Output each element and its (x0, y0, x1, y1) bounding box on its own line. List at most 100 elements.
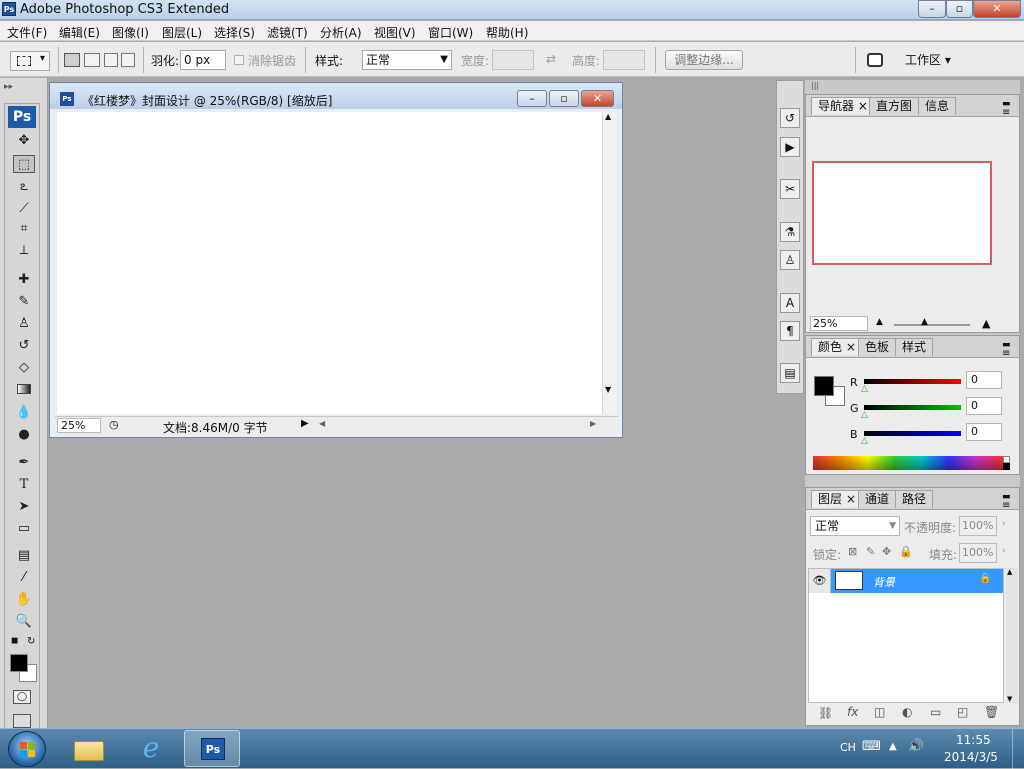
tab-info[interactable]: 信息 (918, 97, 957, 115)
maximize-button[interactable]: ▫ (946, 0, 973, 18)
default-colors-icon[interactable]: ◼ (11, 636, 18, 646)
channel-b-handle[interactable]: △ (861, 436, 868, 446)
panel-menu-icon[interactable]: ≡ (1002, 348, 1010, 359)
close-icon[interactable]: × (858, 99, 868, 113)
channel-b-slider[interactable] (864, 431, 961, 436)
intersect-selection-icon[interactable] (121, 53, 135, 67)
style-select[interactable]: 正常 ▼ (362, 50, 452, 70)
actions-panel-icon[interactable]: ▶ (780, 137, 800, 157)
hand-tool-icon[interactable]: ✋ (13, 591, 35, 609)
layers-scrollbar[interactable]: ▲ ▼ (1006, 568, 1018, 703)
zoom-slider-handle[interactable]: ▲ (921, 317, 928, 327)
file-explorer-taskbar-icon[interactable] (70, 733, 108, 765)
spectrum-white-swatch[interactable] (1003, 456, 1010, 463)
link-layers-icon[interactable]: ⛓ (818, 706, 833, 720)
panel-menu-icon[interactable]: ≡ (1002, 107, 1010, 118)
channel-g-input[interactable]: 0 (966, 397, 1002, 415)
workspace-button[interactable]: 工作区 ▾ (905, 51, 951, 68)
minimize-button[interactable]: – (918, 0, 946, 18)
menu-analysis[interactable]: 分析(A) (320, 24, 362, 41)
lock-all-icon[interactable]: 🔒 (899, 545, 913, 558)
eraser-tool-icon[interactable]: ◇ (13, 359, 35, 377)
layer-name[interactable]: 背景 (873, 574, 895, 590)
tab-histogram[interactable]: 直方图 (869, 97, 920, 115)
screen-mode-icon[interactable] (13, 714, 31, 728)
menu-edit[interactable]: 编辑(E) (59, 24, 100, 41)
clone-stamp-tool-icon[interactable]: ♙ (13, 315, 35, 333)
tab-channels[interactable]: 通道 (858, 490, 897, 508)
tab-styles[interactable]: 样式 (895, 338, 934, 356)
channel-g-handle[interactable]: △ (861, 410, 868, 420)
panel-menu-icon[interactable]: ≡ (1002, 500, 1010, 511)
crop-tool-icon[interactable]: ⌗ (13, 220, 35, 238)
document-titlebar[interactable]: Ps 《红楼梦》封面设计 @ 25%(RGB/8) [缩放后] – ▫ ✕ (50, 83, 622, 109)
scroll-up-icon[interactable]: ▲ (605, 112, 611, 121)
color-foreground-swatch[interactable] (814, 376, 834, 396)
refine-edge-button[interactable]: 调整边缘... (665, 50, 743, 70)
opacity-slider-arrow-icon[interactable]: › (1002, 519, 1006, 529)
navigator-zoom-field[interactable]: 25% (810, 316, 868, 331)
slice-tool-icon[interactable]: ⟂ (13, 242, 35, 260)
status-info-icon[interactable]: ◷ (109, 418, 119, 431)
show-desktop-button[interactable] (1012, 729, 1024, 769)
adjustment-layer-icon[interactable]: ◐ (902, 705, 912, 719)
lock-transparent-icon[interactable]: ⊠ (848, 545, 857, 558)
gradient-tool-icon[interactable] (13, 382, 35, 400)
doc-close-button[interactable]: ✕ (581, 90, 614, 107)
tool-preset-picker[interactable]: ▾ (10, 51, 50, 71)
zoom-in-icon[interactable]: ▲ (982, 317, 990, 330)
foreground-color-swatch[interactable] (10, 654, 28, 672)
lock-image-icon[interactable]: ✎ (866, 545, 875, 558)
shape-tool-icon[interactable]: ▭ (13, 520, 35, 538)
brush-tool-icon[interactable]: ✎ (13, 293, 35, 311)
keyboard-icon[interactable]: ⌨ (862, 739, 881, 754)
volume-icon[interactable]: 🔊 (908, 739, 924, 754)
lock-position-icon[interactable]: ✥ (882, 545, 891, 558)
tab-swatches[interactable]: 色板 (858, 338, 897, 356)
scroll-down-icon[interactable]: ▼ (605, 385, 611, 394)
history-brush-tool-icon[interactable]: ↺ (13, 337, 35, 355)
healing-brush-tool-icon[interactable]: ✚ (13, 271, 35, 289)
swap-colors-icon[interactable]: ↻ (27, 636, 35, 647)
scroll-left-icon[interactable]: ◀ (319, 419, 325, 428)
channel-r-input[interactable]: 0 (966, 371, 1002, 389)
lasso-tool-icon[interactable]: ఽ (13, 178, 35, 196)
add-mask-icon[interactable]: ◫ (874, 705, 885, 719)
antialias-checkbox[interactable] (234, 55, 244, 65)
zoom-tool-icon[interactable]: 🔍 (13, 613, 35, 631)
layer-row[interactable]: 👁 背景 🔒 (809, 569, 1003, 593)
layer-style-icon[interactable]: fx (847, 705, 858, 719)
tab-navigator[interactable]: 导航器 × (811, 97, 875, 115)
input-language[interactable]: CH (840, 741, 856, 754)
tab-color[interactable]: 颜色 × (811, 338, 863, 356)
character-panel-icon[interactable]: A (780, 293, 800, 313)
channel-r-handle[interactable]: △ (861, 384, 868, 394)
delete-layer-icon[interactable]: 🗑 (984, 705, 999, 719)
type-tool-icon[interactable]: T (13, 476, 35, 494)
doc-minimize-button[interactable]: – (517, 90, 547, 107)
pen-tool-icon[interactable]: ✒ (13, 454, 35, 472)
bridge-icon[interactable] (863, 51, 887, 69)
menu-window[interactable]: 窗口(W) (428, 24, 473, 41)
menu-filter[interactable]: 滤镜(T) (267, 24, 308, 41)
menu-file[interactable]: 文件(F) (7, 24, 47, 41)
photoshop-taskbar-button[interactable]: Ps (184, 730, 240, 767)
clock-time[interactable]: 11:55 (956, 733, 991, 747)
move-tool-icon[interactable]: ✥ (13, 132, 35, 150)
menu-select[interactable]: 选择(S) (214, 24, 255, 41)
blend-mode-select[interactable]: 正常 ▼ (810, 516, 900, 536)
scroll-up-icon[interactable]: ▲ (1007, 568, 1012, 576)
channel-b-input[interactable]: 0 (966, 423, 1002, 441)
vertical-scrollbar[interactable]: ▲ ▼ (602, 112, 616, 414)
clock-date[interactable]: 2014/3/5 (944, 750, 998, 764)
fill-input[interactable]: 100% (959, 543, 997, 563)
start-button[interactable] (8, 731, 46, 767)
feather-input[interactable]: 0 px (180, 50, 226, 70)
navigator-preview[interactable] (812, 161, 992, 265)
color-spectrum-bar[interactable] (813, 456, 1003, 470)
channel-r-slider[interactable] (864, 379, 961, 384)
path-selection-tool-icon[interactable]: ➤ (13, 498, 35, 516)
doc-maximize-button[interactable]: ▫ (549, 90, 579, 107)
eye-icon[interactable]: 👁 (809, 569, 831, 593)
close-icon[interactable]: × (846, 340, 856, 354)
